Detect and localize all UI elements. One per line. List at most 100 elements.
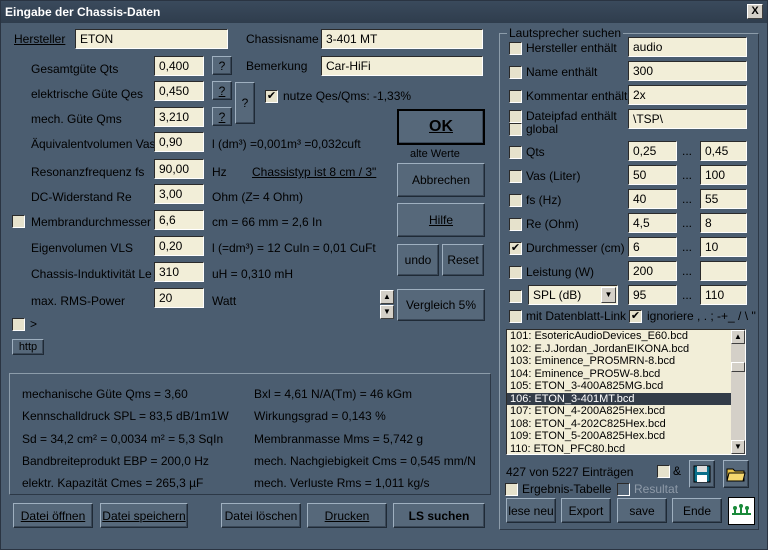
datenblatt-checkbox[interactable] [509,310,522,323]
vas-min-input[interactable]: 50 [628,165,677,185]
save-disk-icon[interactable] [689,460,715,488]
list-item[interactable]: 103: Eminence_PRO5MRN-8.bcd [507,355,745,368]
fs-max-input[interactable]: 55 [700,189,747,209]
vas-max-input[interactable]: 100 [700,165,747,185]
vas-filter-checkbox[interactable] [509,170,522,183]
datei-loeschen-button[interactable]: Datei löschen [221,503,301,528]
list-item[interactable]: 109: ETON_5-200A825Hex.bcd [507,430,745,443]
spl-max-input[interactable]: 110 [700,285,747,305]
scroll-up-icon[interactable]: ▲ [731,330,745,344]
datei-oeffnen-button[interactable]: Datei öffnen [13,503,93,528]
spl-combo[interactable]: SPL (dB) ▼ [528,285,618,305]
durchmesser-max-input[interactable]: 10 [700,237,747,257]
scroll-thumb[interactable] [731,362,745,372]
global-checkbox[interactable] [509,123,522,136]
d-input[interactable]: 6,6 [154,210,204,230]
list-item[interactable]: 102: E.J.Jordan_JordanEIKONA.bcd [507,343,745,356]
spin-up-icon[interactable]: ▲ [380,290,394,304]
re-input[interactable]: 3,00 [154,184,204,204]
result-cmes: elektr. Kapazität Cmes = 265,3 µF [22,476,204,490]
lese-neu-button[interactable]: lese neu [506,498,556,523]
qms-help-button[interactable]: ? [212,107,232,126]
fs-filter-checkbox[interactable] [509,194,522,207]
qts-max-input[interactable]: 0,45 [700,141,747,161]
hilfe-button[interactable]: Hilfe [397,203,485,237]
q-help-button[interactable]: ? [235,82,255,124]
result-spl: Kennschalldruck SPL = 83,5 dB/1m1W [22,409,229,423]
ls-suchen-button[interactable]: LS suchen [393,503,485,528]
hersteller-input[interactable]: ETON [75,29,228,49]
gt-checkbox[interactable] [12,318,25,331]
bemerkung-input[interactable]: Car-HiFi [321,56,483,76]
http-button[interactable]: http [12,339,44,355]
drucken-button[interactable]: Drucken [307,503,387,528]
abbrechen-button[interactable]: Abbrechen [397,163,485,197]
list-item[interactable]: 107: ETON_4-200A825Hex.bcd [507,405,745,418]
le-input[interactable]: 310 [154,262,204,282]
dateipfad-filter-input[interactable]: \TSP\ [628,109,747,129]
rms-input[interactable]: 20 [154,288,204,308]
list-item[interactable]: 104: Eminence_PRO5W-8.bcd [507,368,745,381]
fs-input[interactable]: 90,00 [154,159,204,179]
chevron-down-icon[interactable]: ▼ [601,287,616,303]
ok-button[interactable]: OK [397,109,485,145]
fs-min-input[interactable]: 40 [628,189,677,209]
ende-button[interactable]: Ende [672,498,722,523]
kommentar-filter-checkbox[interactable] [509,90,522,103]
qts-help-button[interactable]: ? [212,56,232,75]
vas-input[interactable]: 0,90 [154,132,204,152]
qes-help-button[interactable]: ? [212,81,232,100]
list-item[interactable]: 110: ETON_PFC80.bcd [507,443,745,455]
resultat-label: Resultat [634,482,679,496]
save-button[interactable]: save [617,498,667,523]
nutze-checkbox[interactable]: ✔ [265,90,278,103]
vergleich-button[interactable]: Vergleich 5% [397,289,485,321]
qes-input[interactable]: 0,450 [154,81,204,101]
list-item[interactable]: 108: ETON_4-202C825Hex.bcd [507,418,745,431]
spl-filter-checkbox[interactable] [509,290,522,303]
name-filter-checkbox[interactable] [509,66,522,79]
hersteller-filter-input[interactable]: audio [628,37,747,57]
list-item[interactable]: 105: ETON_3-400A825MG.bcd [507,380,745,393]
qts-filter-checkbox[interactable] [509,146,522,159]
chassistyp-link[interactable]: Chassistyp ist 8 cm / 3" [252,165,376,179]
undo-button[interactable]: undo [397,244,439,276]
hersteller-label[interactable]: Hersteller [14,32,65,46]
membran-checkbox[interactable] [12,215,25,228]
durchmesser-filter-checkbox[interactable]: ✔ [509,242,522,255]
file-list[interactable]: 101: EsotericAudioDevices_E60.bcd 102: E… [506,329,746,455]
hersteller-filter-checkbox[interactable] [509,42,522,55]
ergebnis-checkbox[interactable] [505,483,518,496]
vls-input[interactable]: 0,20 [154,236,204,256]
spl-min-input[interactable]: 95 [628,285,677,305]
amp-checkbox[interactable] [657,465,670,478]
param-label-qes: elektrische Güte Qes [31,87,144,101]
open-folder-icon[interactable] [723,460,749,488]
qts-min-input[interactable]: 0,25 [628,141,677,161]
close-button[interactable]: X [747,4,763,19]
dateipfad-filter-checkbox[interactable] [509,110,522,123]
ergebnis-label: Ergebnis-Tabelle [522,482,612,496]
chassisname-input[interactable]: 3-401 MT [321,29,483,49]
list-item[interactable]: 101: EsotericAudioDevices_E60.bcd [507,330,745,343]
datei-speichern-button[interactable]: Datei speichern [100,503,188,528]
kommentar-filter-input[interactable]: 2x [628,85,747,105]
resultat-checkbox[interactable] [617,483,630,496]
durchmesser-min-input[interactable]: 6 [628,237,677,257]
re-min-input[interactable]: 4,5 [628,213,677,233]
scroll-down-icon[interactable]: ▼ [731,440,745,454]
re-filter-checkbox[interactable] [509,218,522,231]
leistung-filter-checkbox[interactable] [509,266,522,279]
leistung-max-input[interactable] [700,261,747,281]
ignoriere-checkbox[interactable]: ✔ [629,310,642,323]
re-max-input[interactable]: 8 [700,213,747,233]
name-filter-input[interactable]: 300 [628,61,747,81]
spin-down-icon[interactable]: ▼ [380,305,394,319]
list-item-selected[interactable]: 106: ETON_3-401MT.bcd [507,392,745,405]
qms-input[interactable]: 3,210 [154,107,204,127]
reset-button[interactable]: Reset [442,244,484,276]
leistung-min-input[interactable]: 200 [628,261,677,281]
export-button[interactable]: Export [561,498,611,523]
qts-input[interactable]: 0,400 [154,56,204,76]
list-scrollbar[interactable]: ▲ ▼ [731,330,745,454]
